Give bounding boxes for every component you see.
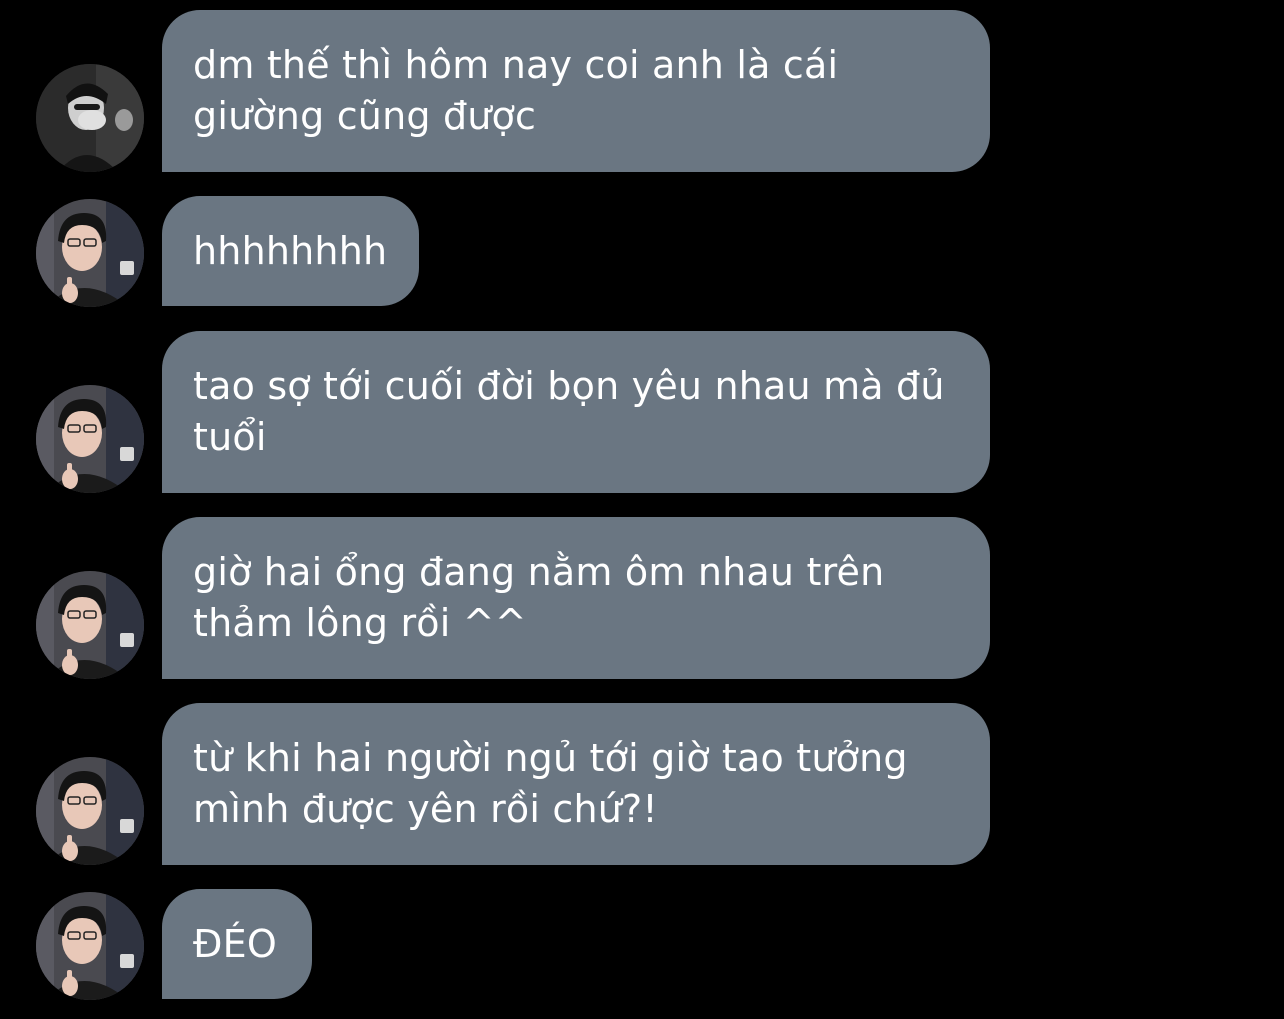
message-bubble[interactable]: ĐÉO bbox=[162, 889, 312, 999]
message-bubble[interactable]: giờ hai ổng đang nằm ôm nhau trên thảm l… bbox=[162, 517, 990, 679]
message-bubble[interactable]: hhhhhhhh bbox=[162, 196, 419, 306]
avatar-hand-over-face-icon bbox=[36, 64, 144, 172]
avatar-thumbs-up-icon bbox=[36, 571, 144, 679]
avatar[interactable] bbox=[36, 892, 144, 1000]
avatar[interactable] bbox=[36, 64, 144, 172]
avatar-thumbs-up-icon bbox=[36, 385, 144, 493]
avatar[interactable] bbox=[36, 199, 144, 307]
message-bubble[interactable]: từ khi hai người ngủ tới giờ tao tưởng m… bbox=[162, 703, 990, 865]
avatar-thumbs-up-icon bbox=[36, 757, 144, 865]
avatar-thumbs-up-icon bbox=[36, 892, 144, 1000]
message-bubble[interactable]: tao sợ tới cuối đời bọn yêu nhau mà đủ t… bbox=[162, 331, 990, 493]
avatar[interactable] bbox=[36, 571, 144, 679]
avatar-thumbs-up-icon bbox=[36, 199, 144, 307]
message-bubble[interactable]: dm thế thì hôm nay coi anh là cái giường… bbox=[162, 10, 990, 172]
avatar[interactable] bbox=[36, 385, 144, 493]
avatar[interactable] bbox=[36, 757, 144, 865]
